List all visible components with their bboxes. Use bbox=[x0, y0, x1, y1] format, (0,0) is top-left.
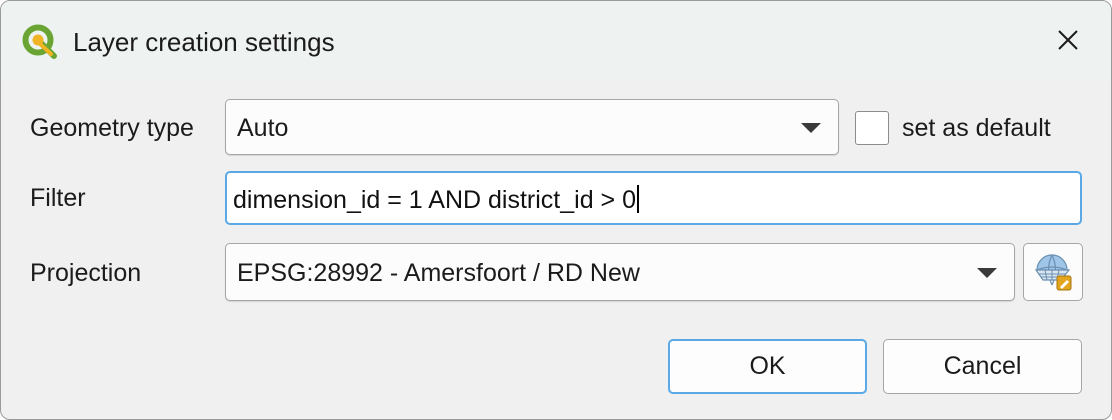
chevron-down-icon bbox=[977, 268, 997, 278]
title-bar: Layer creation settings bbox=[1, 1, 1111, 79]
projection-label: Projection bbox=[30, 259, 142, 287]
globe-crs-icon bbox=[1034, 254, 1072, 291]
close-button[interactable] bbox=[1047, 21, 1089, 59]
close-icon bbox=[1058, 30, 1078, 50]
set-as-default-checkbox[interactable] bbox=[855, 111, 889, 145]
text-cursor bbox=[637, 185, 639, 213]
projection-select[interactable]: EPSG:28992 - Amersfoort / RD New bbox=[225, 243, 1015, 301]
chevron-down-icon bbox=[801, 123, 821, 133]
select-crs-button[interactable] bbox=[1023, 243, 1083, 301]
filter-input[interactable]: dimension_id = 1 AND district_id > 0 bbox=[225, 171, 1082, 225]
geometry-type-value: Auto bbox=[237, 114, 289, 142]
ok-button[interactable]: OK bbox=[668, 339, 867, 394]
filter-value: dimension_id = 1 AND district_id > 0 bbox=[233, 186, 636, 214]
geometry-type-label: Geometry type bbox=[30, 114, 194, 142]
filter-label: Filter bbox=[30, 184, 86, 212]
qgis-logo-icon bbox=[21, 23, 57, 59]
projection-value: EPSG:28992 - Amersfoort / RD New bbox=[237, 259, 640, 287]
geometry-type-select[interactable]: Auto bbox=[225, 99, 839, 155]
window-title: Layer creation settings bbox=[73, 27, 335, 57]
cancel-button[interactable]: Cancel bbox=[883, 339, 1082, 394]
dialog-window: Layer creation settings Geometry type Au… bbox=[0, 0, 1112, 420]
set-as-default-label: set as default bbox=[902, 114, 1051, 142]
